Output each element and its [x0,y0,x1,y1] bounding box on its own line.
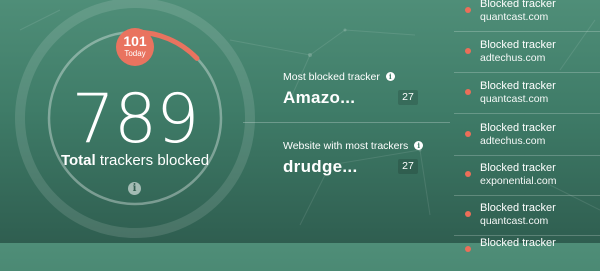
blocked-trackers-list: Blocked tracker quantcast.com Blocked tr… [454,0,600,252]
list-item-domain: adtechus.com [480,135,546,147]
list-item-domain: adtechus.com [480,52,546,64]
red-dot-icon [465,131,471,137]
list-item[interactable]: Blocked tracker exponential.com [454,156,600,196]
list-item[interactable]: Blocked tracker quantcast.com [454,0,600,32]
list-item[interactable]: Blocked tracker [454,231,600,271]
list-item-title: Blocked tracker [480,80,556,92]
list-item-domain: quantcast.com [480,215,549,227]
list-item[interactable]: Blocked tracker adtechus.com [454,33,600,73]
list-divider [454,72,600,73]
stats-divider [243,122,450,123]
website-most-trackers-value: drudge... [283,157,358,176]
list-divider [454,31,600,32]
list-item-title: Blocked tracker [480,0,556,10]
list-item-domain: quantcast.com [480,93,549,105]
list-item-title: Blocked tracker [480,237,556,249]
list-item[interactable]: Blocked tracker quantcast.com [454,196,600,236]
list-item-title: Blocked tracker [480,202,556,214]
red-dot-icon [465,89,471,95]
website-most-trackers-label: Website with most trackers [283,140,409,152]
most-blocked-tracker-label: Most blocked tracker [283,71,380,83]
info-icon[interactable]: i [128,182,141,195]
most-blocked-tracker-stat[interactable]: Most blocked tracker i Amazo... 27 [283,71,418,108]
total-label-bold: Total [60,152,96,169]
red-dot-icon [465,171,471,177]
today-label: Today [124,49,146,58]
total-trackers-count: 789 [71,80,200,159]
red-dot-icon [465,7,471,13]
list-item-title: Blocked tracker [480,39,556,51]
list-divider [454,113,600,114]
info-icon[interactable]: i [385,72,395,81]
red-dot-icon [465,48,471,54]
website-most-trackers-stat[interactable]: Website with most trackers i drudge... 27 [283,140,424,177]
total-label-rest: trackers blocked [95,152,210,169]
red-dot-icon [465,211,471,217]
list-item-domain: exponential.com [480,175,557,187]
list-item-domain: quantcast.com [480,11,549,23]
total-trackers-label: Total trackers blocked [40,153,230,168]
list-item-title: Blocked tracker [480,122,556,134]
list-item[interactable]: Blocked tracker adtechus.com [454,116,600,156]
website-most-trackers-count: 27 [398,159,418,174]
most-blocked-tracker-count: 27 [398,90,418,105]
list-item[interactable]: Blocked tracker quantcast.com [454,74,600,114]
today-badge: 101 Today [116,28,154,66]
today-count: 101 [123,33,147,49]
list-item-title: Blocked tracker [480,162,556,174]
most-blocked-tracker-value: Amazo... [283,88,356,107]
red-dot-icon [465,246,471,252]
